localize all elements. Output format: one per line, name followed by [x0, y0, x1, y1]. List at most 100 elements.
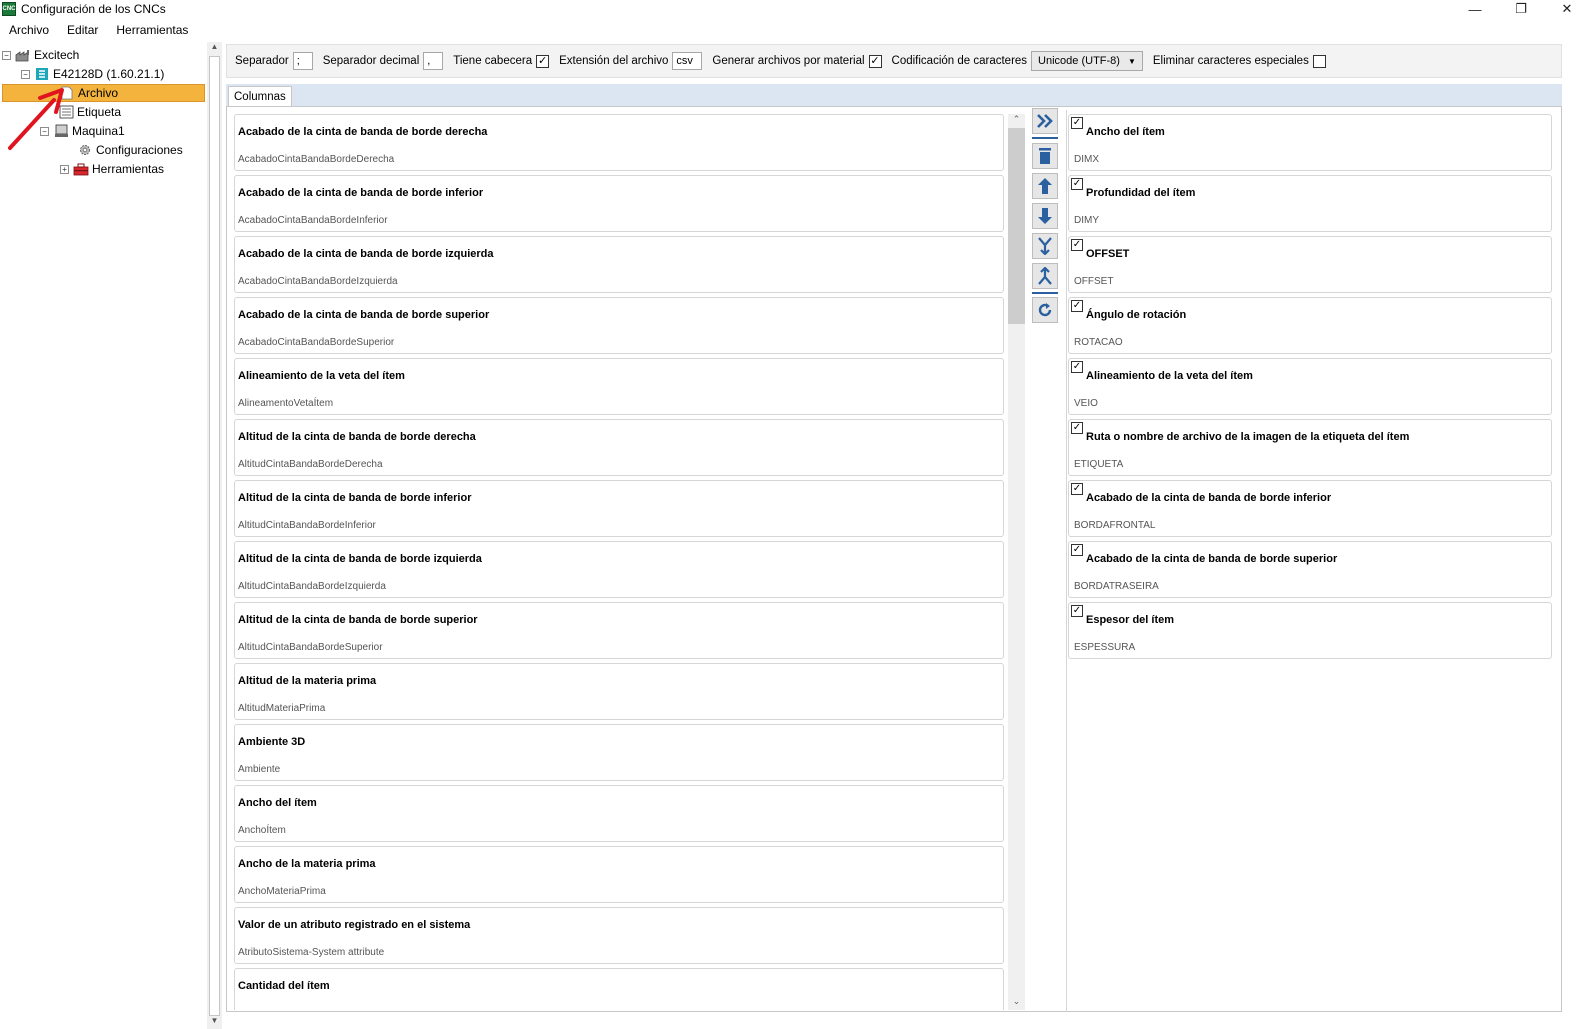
separator-input[interactable] — [292, 52, 313, 70]
separator-label: Separador — [235, 55, 289, 67]
tree-label: Excitech — [34, 48, 80, 62]
header-label: Tiene cabecera — [453, 55, 533, 67]
refresh-icon — [1038, 303, 1052, 317]
extension-input[interactable] — [672, 52, 703, 70]
list-item[interactable]: Altitud de la cinta de banda de borde su… — [234, 602, 1004, 659]
minimize-button[interactable]: — — [1452, 0, 1498, 18]
column-checkbox[interactable]: ✓ — [1071, 178, 1083, 190]
title-bar: CNC Configuración de los CNCs — ❐ ✕ — [0, 0, 1590, 18]
columns-scrollbar[interactable]: ⌃ ⌄ — [1008, 114, 1025, 1010]
header-checkbox[interactable]: ✓ — [536, 54, 550, 68]
selected-column-item[interactable]: ✓ Espesor del ítem ESPESSURA — [1068, 602, 1552, 659]
menu-archivo[interactable]: Archivo — [0, 23, 58, 37]
list-item[interactable]: Alineamiento de la veta del ítem Alineame… — [234, 358, 1004, 415]
column-checkbox[interactable]: ✓ — [1071, 605, 1083, 617]
menu-editar[interactable]: Editar — [58, 23, 107, 37]
list-item[interactable]: Acabado de la cinta de banda de borde in… — [234, 175, 1004, 232]
merge-icon — [1038, 237, 1052, 255]
list-item[interactable]: Ambiente 3D Ambiente — [234, 724, 1004, 781]
menu-herramientas[interactable]: Herramientas — [107, 23, 197, 37]
delete-button[interactable] — [1032, 143, 1058, 169]
special-chars-checkbox[interactable] — [1312, 54, 1326, 68]
tree-label: Configuraciones — [96, 143, 183, 157]
move-down-button[interactable] — [1032, 203, 1058, 229]
factory-icon — [15, 48, 31, 62]
encoding-label: Codificación de caracteres — [891, 55, 1028, 67]
tree-node-configuraciones[interactable]: Configuraciones — [77, 141, 183, 159]
tree-label: Maquina1 — [72, 124, 125, 138]
refresh-button[interactable] — [1032, 297, 1058, 323]
decimal-separator-input[interactable] — [423, 52, 444, 70]
expand-icon[interactable]: + — [60, 164, 69, 174]
selected-column-item[interactable]: ✓ Ángulo de rotación ROTACAO — [1068, 297, 1552, 354]
selected-column-item[interactable]: ✓ Acabado de la cinta de banda de borde s… — [1068, 541, 1552, 598]
available-columns-list: Acabado de la cinta de banda de borde de… — [234, 114, 1006, 1010]
list-item[interactable]: Ancho de la materia prima AnchoMateriaPri… — [234, 846, 1004, 903]
list-item[interactable]: Ancho del ítem AnchoÍtem — [234, 785, 1004, 842]
column-checkbox[interactable]: ✓ — [1071, 239, 1083, 251]
per-material-label: Generar archivos por material — [712, 55, 865, 67]
tree-node-e42128d[interactable]: − E42128D (1.60.21.1) — [21, 65, 164, 83]
list-item[interactable]: Acabado de la cinta de banda de borde su… — [234, 297, 1004, 354]
scroll-down-icon[interactable]: ⌄ — [1008, 996, 1025, 1009]
tree-label: Herramientas — [92, 162, 165, 176]
selected-column-item[interactable]: ✓ Alineamiento de la veta del ítem VEIO — [1068, 358, 1552, 415]
tree-node-herramientas[interactable]: + Herramientas — [60, 160, 164, 178]
move-up-button[interactable] — [1032, 173, 1058, 199]
app-icon: CNC — [2, 2, 16, 16]
scroll-up-icon[interactable]: ▲ — [207, 42, 222, 55]
move-down-icon — [1038, 208, 1052, 224]
list-item[interactable]: Acabado de la cinta de banda de borde de… — [234, 114, 1004, 171]
selected-column-item[interactable]: ✓ Acabado de la cinta de banda de borde i… — [1068, 480, 1552, 537]
toolbox-icon — [73, 162, 89, 176]
add-all-button[interactable] — [1032, 108, 1058, 134]
divider — [1032, 137, 1058, 139]
list-item[interactable]: Altitud de la cinta de banda de borde iz… — [234, 541, 1004, 598]
column-checkbox[interactable]: ✓ — [1071, 361, 1083, 373]
selected-column-item[interactable]: ✓ OFFSET OFFSET — [1068, 236, 1552, 293]
window-title: Configuración de los CNCs — [21, 2, 166, 16]
encoding-select[interactable]: Unicode (UTF-8) ▼ — [1031, 51, 1143, 71]
window-controls: — ❐ ✕ — [1452, 0, 1590, 18]
tree-node-excitech[interactable]: − Excitech — [2, 46, 79, 64]
special-chars-label: Eliminar caracteres especiales — [1152, 55, 1309, 67]
list-item[interactable]: Acabado de la cinta de banda de borde iz… — [234, 236, 1004, 293]
scroll-up-icon[interactable]: ⌃ — [1008, 114, 1025, 127]
app-node-icon — [34, 67, 50, 81]
column-checkbox[interactable]: ✓ — [1071, 422, 1083, 434]
list-item[interactable]: Valor de un atributo registrado en el si… — [234, 907, 1004, 964]
split-icon — [1038, 267, 1052, 285]
per-material-checkbox[interactable]: ✓ — [868, 54, 882, 68]
tab-strip: Columnas — [226, 84, 1562, 106]
tab-columnas[interactable]: Columnas — [228, 86, 292, 106]
column-checkbox[interactable]: ✓ — [1071, 117, 1083, 129]
list-item[interactable]: Cantidad del ítem — [234, 968, 1004, 1010]
extension-label: Extensión del archivo — [559, 55, 669, 67]
list-item[interactable]: Altitud de la materia prima AltitudMateri… — [234, 663, 1004, 720]
column-checkbox[interactable]: ✓ — [1071, 483, 1083, 495]
merge-button[interactable] — [1032, 233, 1058, 259]
list-item[interactable]: Altitud de la cinta de banda de borde in… — [234, 480, 1004, 537]
close-button[interactable]: ✕ — [1544, 0, 1590, 18]
collapse-icon[interactable]: − — [21, 69, 30, 79]
list-item[interactable]: Altitud de la cinta de banda de borde de… — [234, 419, 1004, 476]
encoding-value: Unicode (UTF-8) — [1038, 55, 1120, 67]
csv-options-toolbar: Separador Separador decimal Tiene cabece… — [226, 44, 1562, 78]
tree-scrollbar[interactable]: ▲ ▼ — [207, 42, 222, 1029]
decimal-separator-label: Separador decimal — [322, 55, 420, 67]
tree-label: Archivo — [78, 86, 119, 100]
restore-button[interactable]: ❐ — [1498, 0, 1544, 18]
tree-panel: − Excitech − E42128D (1.60.21.1) Archivo… — [0, 42, 222, 1029]
gear-icon — [77, 143, 93, 157]
selected-column-item[interactable]: ✓ Ancho del ítem DIMX — [1068, 114, 1552, 171]
scroll-down-icon[interactable]: ▼ — [207, 1016, 222, 1029]
split-button[interactable] — [1032, 263, 1058, 289]
scroll-thumb[interactable] — [209, 56, 220, 1016]
chevron-down-icon: ▼ — [1127, 56, 1136, 66]
scroll-thumb[interactable] — [1008, 128, 1025, 324]
selected-column-item[interactable]: ✓ Profundidad del ítem DIMY — [1068, 175, 1552, 232]
column-checkbox[interactable]: ✓ — [1071, 300, 1083, 312]
collapse-icon[interactable]: − — [2, 50, 11, 60]
column-checkbox[interactable]: ✓ — [1071, 544, 1083, 556]
selected-column-item[interactable]: ✓ Ruta o nombre de archivo de la imagen d… — [1068, 419, 1552, 476]
